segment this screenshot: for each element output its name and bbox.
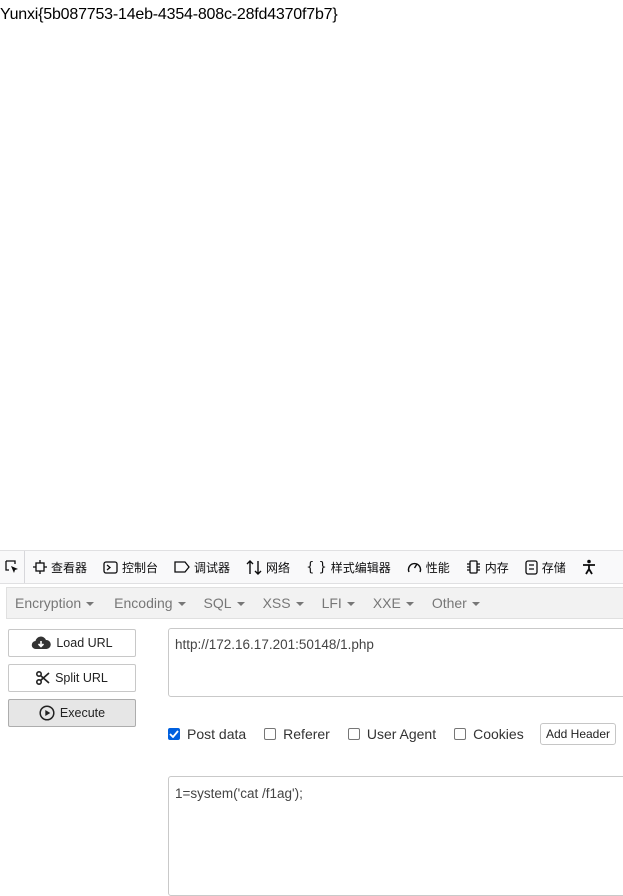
style-editor-icon: { } (306, 559, 327, 575)
memory-icon (466, 560, 480, 574)
cookies-checkbox[interactable] (454, 728, 467, 740)
caret-down-icon (346, 602, 355, 606)
devtools-toolbar: 查看器 控制台 调试器 网络 { } 样式编辑器 性能 内存 存储 (0, 550, 623, 584)
tab-style-editor[interactable]: { } 样式编辑器 (298, 551, 399, 583)
tab-memory-label: 内存 (484, 560, 509, 575)
caret-down-icon (295, 602, 304, 606)
caret-down-icon (177, 602, 186, 606)
url-input[interactable]: http://172.16.17.201:50148/1.php (168, 628, 623, 697)
menu-xss[interactable]: XSS (255, 595, 312, 611)
console-icon (103, 560, 118, 574)
tab-debugger[interactable]: 调试器 (166, 551, 238, 583)
tab-inspector[interactable]: 查看器 (25, 551, 95, 583)
cloud-download-icon (32, 636, 52, 650)
menu-lfi-label: LFI (321, 595, 342, 611)
split-url-button[interactable]: Split URL (8, 664, 136, 692)
accessibility-icon (582, 559, 595, 575)
hackbar-menu: Encryption Encoding SQL XSS LFI XXE Othe… (6, 587, 623, 619)
menu-encoding[interactable]: Encoding (106, 595, 193, 611)
menu-other[interactable]: Other (424, 595, 488, 611)
caret-down-icon (471, 602, 480, 606)
add-header-button[interactable]: Add Header (540, 723, 616, 745)
cookies-label: Cookies (473, 726, 524, 742)
referer-option[interactable]: Referer (264, 726, 330, 742)
user-agent-option[interactable]: User Agent (347, 726, 437, 742)
post-data-checkbox[interactable] (168, 728, 180, 740)
post-data-option[interactable]: Post data (168, 726, 246, 742)
split-url-label: Split URL (55, 671, 108, 685)
caret-down-icon (236, 602, 245, 606)
checkmark-icon (169, 730, 179, 738)
debugger-icon (174, 561, 190, 573)
tab-performance[interactable]: 性能 (399, 551, 458, 583)
tab-console[interactable]: 控制台 (95, 551, 166, 583)
network-icon (246, 559, 262, 575)
post-data-input[interactable]: 1=system('cat /f1ag'); (168, 776, 623, 896)
tab-style-editor-label: 样式编辑器 (330, 560, 391, 575)
tab-memory[interactable]: 内存 (458, 551, 517, 583)
element-picker-icon (5, 560, 18, 573)
referer-label: Referer (283, 726, 330, 742)
scissors-icon (36, 671, 50, 685)
tab-accessibility[interactable] (574, 551, 604, 583)
menu-xss-label: XSS (262, 595, 291, 611)
cookies-option[interactable]: Cookies (454, 726, 524, 742)
performance-icon (407, 562, 421, 573)
load-url-button[interactable]: Load URL (8, 629, 136, 657)
menu-sql[interactable]: SQL (196, 595, 253, 611)
menu-encoding-label: Encoding (114, 595, 173, 611)
execute-label: Execute (59, 706, 106, 720)
tab-console-label: 控制台 (122, 560, 159, 575)
request-options: Post data Referer User Agent Cookies (168, 724, 542, 744)
menu-encryption[interactable]: Encryption (7, 595, 102, 611)
referer-checkbox[interactable] (264, 728, 277, 740)
caret-down-icon (86, 602, 95, 606)
menu-xxe-label: XXE (372, 595, 401, 611)
execute-button[interactable]: Execute (8, 699, 136, 727)
play-circle-icon (39, 705, 55, 721)
menu-encryption-label: Encryption (15, 595, 82, 611)
storage-icon (525, 559, 538, 575)
user-agent-checkbox[interactable] (347, 728, 360, 740)
menu-lfi[interactable]: LFI (314, 595, 363, 611)
menu-sql-label: SQL (203, 595, 232, 611)
caret-down-icon (405, 602, 414, 606)
tab-inspector-label: 查看器 (51, 560, 88, 575)
tab-debugger-label: 调试器 (194, 560, 231, 575)
tab-performance-label: 性能 (425, 560, 450, 575)
tab-storage[interactable]: 存储 (517, 551, 574, 583)
page-output-text: Yunxi{5b087753-14eb-4354-808c-28fd4370f7… (0, 6, 338, 23)
element-picker-button[interactable] (0, 551, 25, 583)
menu-xxe[interactable]: XXE (365, 595, 422, 611)
tab-network[interactable]: 网络 (238, 551, 298, 583)
load-url-label: Load URL (56, 636, 113, 650)
tab-network-label: 网络 (266, 560, 291, 575)
menu-other-label: Other (431, 595, 467, 611)
user-agent-label: User Agent (366, 726, 437, 742)
inspector-icon (33, 560, 47, 574)
tab-storage-label: 存储 (541, 560, 566, 575)
post-data-label: Post data (187, 726, 247, 742)
